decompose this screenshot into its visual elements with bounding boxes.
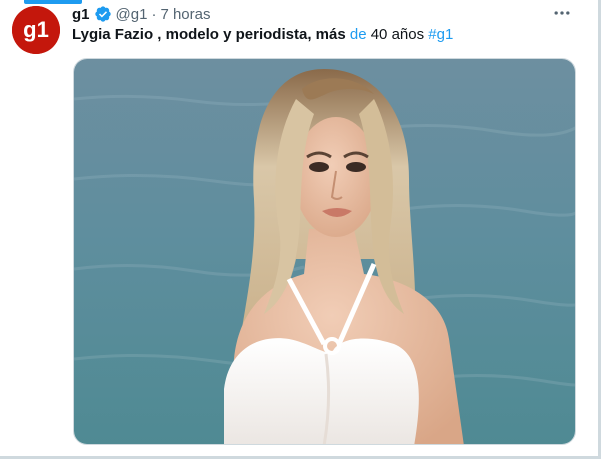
timestamp[interactable]: 7 horas [160, 6, 210, 23]
tweet-text-de: de [349, 26, 367, 43]
tweet-text-age: 40 años [370, 26, 425, 43]
author-handle[interactable]: @g1 [116, 6, 148, 23]
separator-dot: · [151, 5, 157, 23]
hashtag-link[interactable]: #g1 [428, 26, 453, 43]
author-name[interactable]: g1 [72, 6, 90, 23]
more-options-button[interactable] [549, 2, 575, 24]
tweet-photo[interactable] [73, 58, 576, 445]
g1-logo: g1 [12, 6, 60, 54]
tweet-text: Lygia Fazio , modelo y periodista, más d… [72, 26, 453, 44]
avatar[interactable]: g1 [12, 6, 60, 54]
tweet-header: g1 @g1 · 7 horas [72, 4, 210, 24]
beach-portrait-image [74, 59, 575, 444]
logo-text: g1 [23, 17, 49, 42]
more-horizontal-icon [554, 11, 570, 15]
verified-badge-icon [94, 5, 112, 23]
tweet-text-bold: Lygia Fazio , modelo y periodista, más [72, 26, 346, 43]
